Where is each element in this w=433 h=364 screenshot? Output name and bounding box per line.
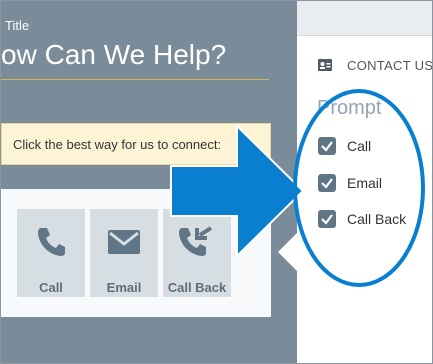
- call-back-button[interactable]: Call Back: [163, 209, 231, 297]
- properties-panel: CONTACT US Prompt Call Email Call Back: [297, 1, 433, 363]
- prompt-label: Prompt: [317, 97, 382, 119]
- app-frame: Title ow Can We Help? Click the best way…: [0, 0, 433, 364]
- email-checkbox[interactable]: [318, 174, 336, 192]
- call-back-checkbox[interactable]: [318, 210, 336, 228]
- instruction-banner: Click the best way for us to connect:: [1, 123, 271, 165]
- phone-callback-icon: [179, 226, 213, 256]
- option-label: Call Back: [347, 211, 407, 227]
- checkmark-icon: [321, 178, 333, 189]
- phone-icon: [38, 228, 65, 256]
- banner-text: Click the best way for us to connect:: [13, 137, 222, 152]
- envelope-icon: [108, 230, 140, 254]
- heading-divider: [1, 79, 269, 80]
- section-label: CONTACT US: [347, 58, 433, 73]
- channel-card: Call Email Call Back: [1, 189, 271, 317]
- panel-pointer: [278, 233, 297, 271]
- checkmark-icon: [321, 141, 333, 152]
- checkmark-icon: [321, 214, 333, 225]
- window-title: Title: [5, 18, 30, 33]
- contact-card-icon: [318, 59, 332, 71]
- page-heading: ow Can We Help?: [1, 39, 227, 70]
- option-label: Call: [347, 138, 372, 154]
- call-checkbox[interactable]: [318, 137, 336, 155]
- email-button[interactable]: Email: [90, 209, 158, 297]
- email-label: Email: [106, 280, 142, 295]
- option-label: Email: [347, 175, 383, 191]
- panel-header: [297, 1, 432, 36]
- call-back-label: Call Back: [167, 280, 227, 295]
- call-label: Call: [39, 280, 63, 295]
- call-button[interactable]: Call: [17, 209, 85, 297]
